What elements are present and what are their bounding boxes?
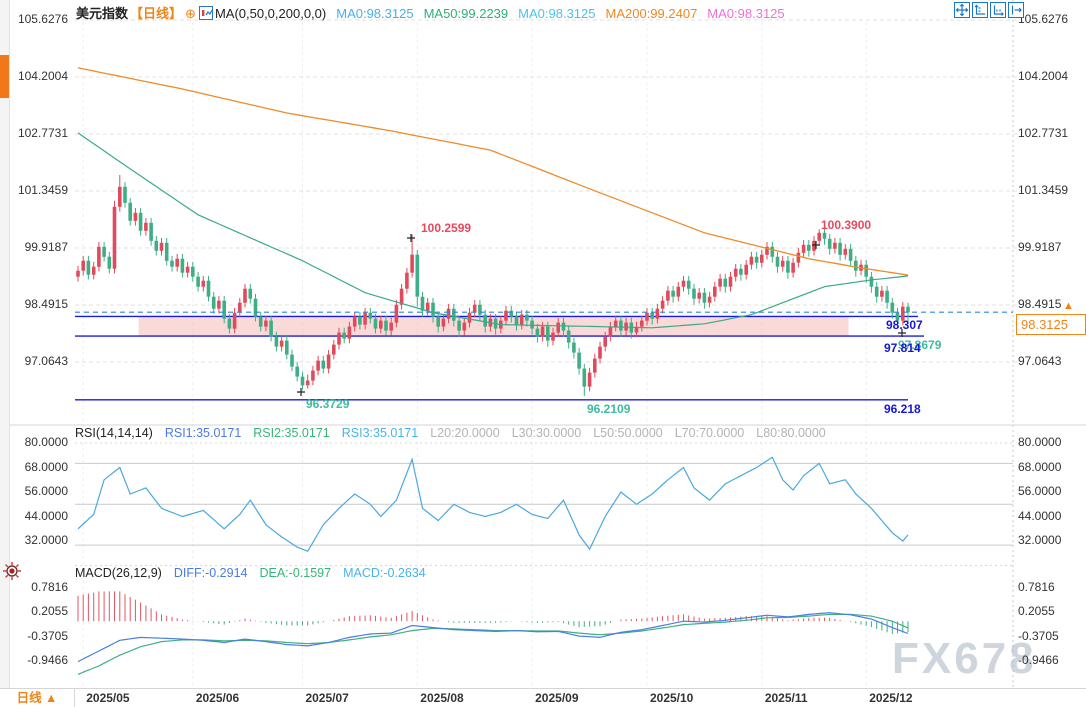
- price-up-arrow-icon: ▲: [1063, 300, 1074, 312]
- indicator-param-label: RSI2:35.0171: [253, 426, 329, 440]
- rsi-axis-label-left: 80.0000: [6, 435, 68, 449]
- price-annotation: 100.3900: [821, 218, 871, 232]
- date-label: 2025/05: [86, 691, 129, 705]
- ma-value-label: MA0:98.3125: [518, 6, 595, 21]
- price-annotation: 96.3729: [306, 397, 349, 411]
- macd-axis-label-left: -0.3705: [6, 629, 68, 643]
- price-axis-label-left: 99.9187: [6, 240, 68, 254]
- symbol-name: 美元指数: [76, 6, 128, 21]
- ma-settings-label[interactable]: MA(0,50,0,200,0,0): [215, 6, 326, 21]
- move-icon[interactable]: [954, 2, 970, 18]
- chart-header: 美元指数【日线】⊕MA(0,50,0,200,0,0)MA0:98.3125MA…: [76, 3, 785, 20]
- indicator-param-label: RSI3:35.0171: [342, 426, 418, 440]
- price-axis-label-left: 105.6276: [6, 12, 68, 26]
- rsi-header: RSI(14,14,14) RSI1:35.0171 RSI2:35.0171 RSI…: [75, 426, 826, 440]
- date-label: 2025/09: [535, 691, 578, 705]
- rsi-axis-label-right: 80.0000: [1018, 435, 1061, 449]
- price-axis-label-left: 98.4915: [6, 297, 68, 311]
- macd-axis-label-right: -0.3705: [1018, 629, 1059, 643]
- macd-axis-label-left: -0.9466: [6, 653, 68, 667]
- price-annotation: 96.218: [884, 402, 921, 416]
- chart-type-icon[interactable]: [199, 6, 213, 21]
- price-axis-label-right: 98.4915: [1018, 297, 1061, 311]
- rsi-axis-label-left: 32.0000: [6, 533, 68, 547]
- price-annotation: 98.307: [886, 318, 923, 332]
- date-label: 2025/08: [420, 691, 463, 705]
- price-annotation: 100.2599: [421, 221, 471, 235]
- indicator-param-label: L50:50.0000: [593, 426, 663, 440]
- rsi-axis-label-right: 68.0000: [1018, 460, 1061, 474]
- add-compare-icon[interactable]: ⊕: [185, 6, 196, 21]
- rsi-axis-label-right: 32.0000: [1018, 533, 1061, 547]
- indicator-param-label: MACD:-0.2634: [343, 566, 426, 580]
- macd-header: MACD(26,12,9) DIFF:-0.2914 DEA:-0.1597 MACD…: [75, 566, 426, 580]
- rsi-axis-label-left: 56.0000: [6, 484, 68, 498]
- price-annotation: 97.814: [884, 341, 921, 355]
- indicator-settings-icon[interactable]: [2, 561, 22, 586]
- trading-chart-app: 美元指数【日线】⊕MA(0,50,0,200,0,0)MA0:98.3125MA…: [0, 0, 1086, 707]
- price-axis-label-left: 101.3459: [6, 183, 68, 197]
- ma-value-label: MA0:98.3125: [336, 6, 413, 21]
- date-label: 2025/07: [305, 691, 348, 705]
- price-axis-label-right: 104.2004: [1018, 69, 1068, 83]
- indicator-param-label: L20:20.0000: [430, 426, 500, 440]
- macd-axis-label-right: 0.2055: [1018, 604, 1055, 618]
- indicator-param-label: DEA:-0.1597: [259, 566, 331, 580]
- indicator-param-label: L30:30.0000: [512, 426, 582, 440]
- date-label: 2025/10: [650, 691, 693, 705]
- indicator-param-label: DIFF:-0.2914: [174, 566, 248, 580]
- indicator-param-label: RSI(14,14,14): [75, 426, 153, 440]
- macd-axis-label-left: 0.2055: [6, 604, 68, 618]
- indicator-param-label: L70:70.0000: [675, 426, 745, 440]
- watermark: FX678: [892, 634, 1037, 684]
- indicator-param-label: RSI1:35.0171: [165, 426, 241, 440]
- chart-canvas[interactable]: [0, 0, 1086, 707]
- rsi-axis-label-right: 44.0000: [1018, 509, 1061, 523]
- price-axis-label-right: 102.7731: [1018, 126, 1068, 140]
- chart-toolbar: [952, 2, 1024, 20]
- timeframe-button[interactable]: 日线 ▲: [0, 689, 75, 707]
- ma-value-label: MA50:99.2239: [424, 6, 509, 21]
- ma-value-label: MA0:98.3125: [707, 6, 784, 21]
- y-axis-scale-icon[interactable]: [972, 2, 988, 18]
- price-axis-label-left: 97.0643: [6, 354, 68, 368]
- price-axis-label-right: 99.9187: [1018, 240, 1061, 254]
- price-annotation: 96.2109: [587, 402, 630, 416]
- rsi-axis-label-right: 56.0000: [1018, 484, 1061, 498]
- indicator-param-label: MACD(26,12,9): [75, 566, 162, 580]
- current-price-pill: 98.3125: [1016, 314, 1086, 335]
- macd-axis-label-right: -0.9466: [1018, 653, 1059, 667]
- ma-values: MA0:98.3125 MA50:99.2239 MA0:98.3125 MA200:…: [326, 6, 784, 21]
- price-axis-label-right: 97.0643: [1018, 354, 1061, 368]
- price-axis-label-left: 104.2004: [6, 69, 68, 83]
- timeframe-label: 【日线】: [130, 6, 182, 21]
- rsi-axis-label-left: 44.0000: [6, 509, 68, 523]
- date-label: 2025/12: [869, 691, 912, 705]
- date-label: 2025/06: [196, 691, 239, 705]
- price-axis-label-right: 105.6276: [1018, 12, 1068, 26]
- ma-value-label: MA200:99.2407: [606, 6, 698, 21]
- indicator-param-label: L80:80.0000: [756, 426, 826, 440]
- price-axis-label-left: 102.7731: [6, 126, 68, 140]
- date-label: 2025/11: [765, 691, 808, 705]
- rsi-axis-label-left: 68.0000: [6, 460, 68, 474]
- macd-axis-label-right: 0.7816: [1018, 580, 1055, 594]
- current-price-value: 98.3125: [1021, 317, 1068, 332]
- exit-chart-icon[interactable]: [1008, 2, 1024, 18]
- x-axis-scale-icon[interactable]: [990, 2, 1006, 18]
- price-axis-label-right: 101.3459: [1018, 183, 1068, 197]
